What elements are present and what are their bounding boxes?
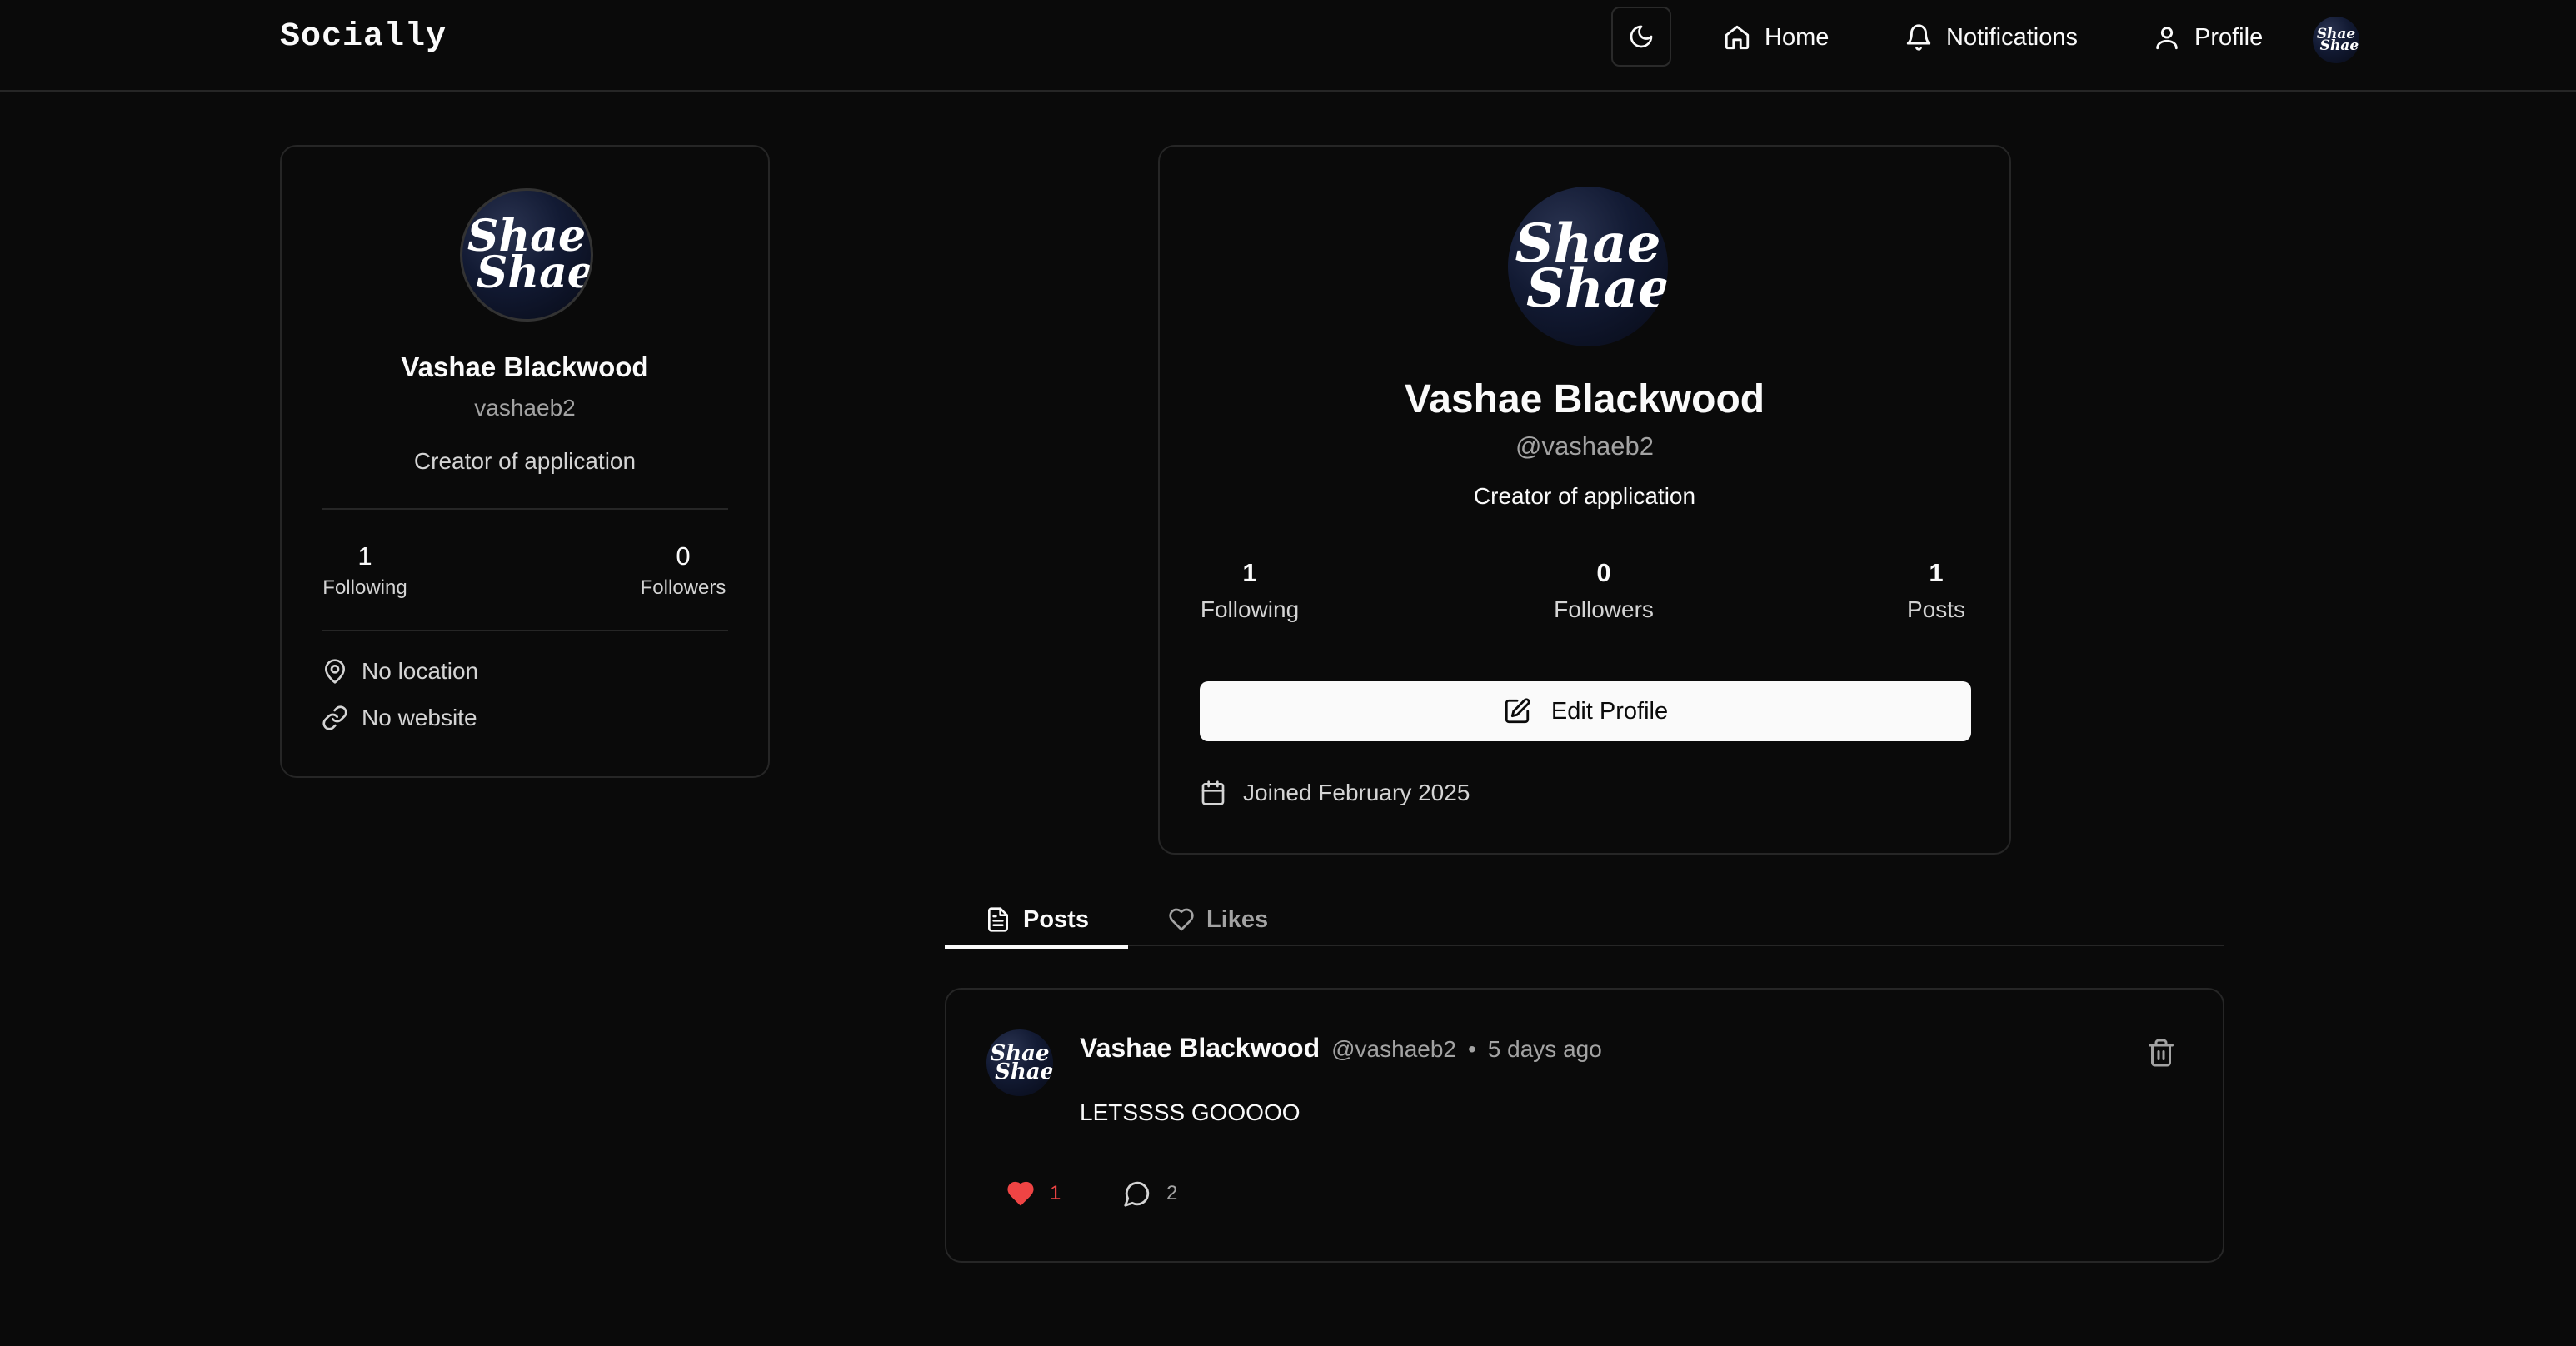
website-text: No website [362, 705, 477, 730]
nav-profile-label: Profile [2194, 23, 2264, 51]
comment-count: 2 [1166, 1182, 1178, 1204]
avatar-text-line2: Shae [1525, 257, 1668, 320]
profile-name: Vashae Blackwood [1404, 377, 1765, 421]
divider [322, 630, 728, 631]
home-icon [1725, 25, 1750, 50]
avatar-text-line2: Shae [476, 247, 593, 298]
followers-count: 0 [1596, 558, 1611, 587]
sidebar-username: vashaeb2 [474, 395, 576, 421]
nav-profile-link[interactable]: Profile [2153, 17, 2263, 58]
post-content: LETSSSS GOOOOO [1080, 1099, 1300, 1125]
nav-notifications-link[interactable]: Notifications [1905, 17, 2078, 58]
nav-home-link[interactable]: Home [1723, 17, 1829, 58]
post-author-avatar[interactable]: Shae Shae [986, 1029, 1053, 1096]
sidebar-avatar[interactable]: Shae Shae [460, 188, 593, 322]
nav-notifications-label: Notifications [1946, 23, 2078, 51]
like-button[interactable]: 1 [1006, 1179, 1061, 1208]
profile-handle: @vashaeb2 [1515, 431, 1654, 461]
brand-logo[interactable]: Socially [280, 17, 447, 58]
message-circle-icon [1124, 1181, 1150, 1207]
avatar-text-line2: Shae [995, 1059, 1053, 1084]
following-label: Following [1200, 596, 1300, 622]
navbar: Socially Home Notifications Profile Shae… [0, 0, 2576, 92]
user-icon [2156, 27, 2178, 50]
comment-button[interactable]: 2 [1123, 1179, 1177, 1208]
delete-post-button[interactable] [2146, 1038, 2176, 1068]
sidebar-following-stat: 1 Following [322, 541, 408, 600]
file-text-icon [988, 907, 1008, 932]
tab-posts-label: Posts [1023, 905, 1089, 933]
followers-label: Followers [1554, 596, 1654, 622]
sidebar-website: No website [322, 705, 477, 731]
posts-label: Posts [1906, 596, 1966, 622]
sidebar-followers-stat: 0 Followers [637, 541, 730, 600]
following-label: Following [322, 576, 407, 599]
calendar-icon [1201, 780, 1225, 805]
joined-date: Joined February 2025 [1200, 780, 1470, 806]
user-menu-avatar[interactable]: Shae Shae [2313, 17, 2359, 63]
heart-filled-icon [1007, 1181, 1034, 1206]
theme-toggle-button[interactable] [1611, 7, 1671, 67]
post-author-name[interactable]: Vashae Blackwood [1080, 1033, 1320, 1064]
profile-card: Shae Shae Vashae Blackwood @vashaeb2 Cre… [1158, 145, 2011, 855]
tab-likes[interactable]: Likes [1168, 893, 1318, 946]
sidebar-location: No location [322, 658, 478, 685]
profile-posts-stat: 1 Posts [1900, 558, 1973, 623]
edit-icon [1505, 698, 1530, 724]
post-separator: • [1467, 1036, 1476, 1062]
sidebar-name[interactable]: Vashae Blackwood [282, 351, 768, 383]
link-icon [322, 705, 347, 730]
like-count: 1 [1050, 1182, 1061, 1204]
avatar-text-line2: Shae [2319, 37, 2359, 54]
moon-icon [1630, 25, 1653, 48]
posts-count: 1 [1929, 558, 1944, 587]
profile-following-stat: 1 Following [1200, 558, 1300, 623]
post-timestamp: 5 days ago [1487, 1036, 1602, 1062]
edit-profile-label: Edit Profile [1550, 697, 1669, 725]
joined-text: Joined February 2025 [1243, 780, 1470, 805]
location-text: No location [362, 658, 479, 684]
followers-label: Followers [640, 576, 726, 599]
sidebar-profile-card: Shae Shae Vashae Blackwood vashaeb2 Crea… [280, 145, 770, 778]
profile-tabs: Posts Likes [945, 893, 2224, 949]
post-header: Vashae Blackwood @vashaeb2 • 5 days ago [1080, 1033, 1602, 1064]
heart-icon [1169, 908, 1194, 931]
tab-posts[interactable]: Posts [945, 893, 1128, 949]
page: Socially Home Notifications Profile Shae… [0, 0, 2576, 1346]
profile-followers-stat: 0 Followers [1551, 558, 1656, 623]
sidebar-bio: Creator of application [413, 448, 637, 474]
followers-count: 0 [676, 541, 691, 571]
profile-avatar: Shae Shae [1508, 187, 1668, 346]
bell-icon [1906, 24, 1931, 51]
map-pin-icon [325, 659, 345, 684]
edit-profile-button[interactable]: Edit Profile [1200, 681, 1971, 741]
post-card: Shae Shae Vashae Blackwood @vashaeb2 • 5… [945, 988, 2224, 1263]
post-author-handle: @vashaeb2 [1331, 1036, 1456, 1062]
profile-bio: Creator of application [1473, 483, 1696, 509]
following-count: 1 [357, 541, 372, 571]
trash-icon [2149, 1039, 2174, 1067]
following-count: 1 [1242, 558, 1257, 587]
nav-home-label: Home [1765, 23, 1830, 51]
tab-likes-label: Likes [1206, 905, 1269, 933]
divider [322, 508, 728, 510]
